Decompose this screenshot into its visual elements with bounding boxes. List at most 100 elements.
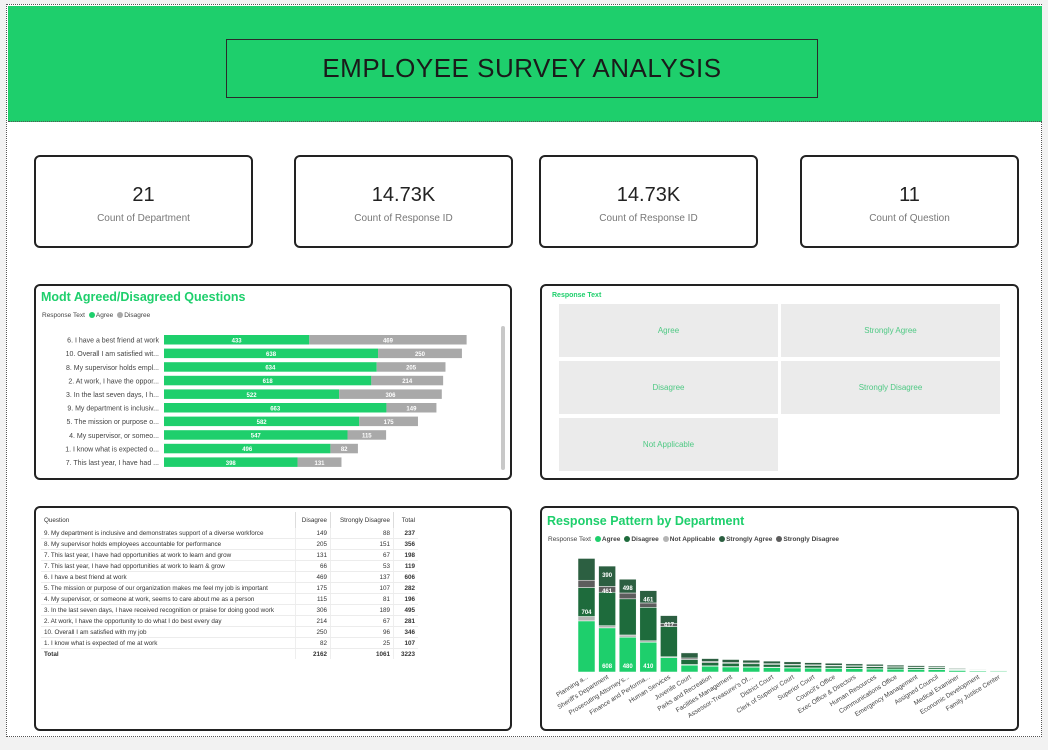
table-row[interactable]: 9. My department is inclusive and demons… [41, 528, 418, 539]
column-disagree[interactable] [824, 665, 843, 669]
table-row[interactable]: 4. My supervisor, or someone at work, se… [41, 593, 418, 605]
column-not-applicable[interactable] [598, 625, 616, 629]
column-header-question[interactable]: Question [41, 512, 296, 528]
column-strongly-agree[interactable] [763, 660, 781, 664]
cell-question: 1. I know what is expected of me at work [41, 637, 296, 649]
column-strongly-agree[interactable] [927, 665, 946, 668]
column-strongly-agree[interactable] [701, 658, 719, 662]
column-agree[interactable] [804, 667, 822, 673]
column-strongly-agree[interactable] [804, 662, 822, 666]
column-disagree[interactable] [845, 666, 864, 669]
column-not-applicable[interactable] [618, 634, 637, 638]
cell-total: 119 [393, 560, 418, 572]
kpi-value: 14.73K [616, 183, 681, 206]
column-agree[interactable] [845, 668, 864, 673]
column-disagree[interactable] [804, 665, 822, 669]
department-pattern-chart[interactable]: Response Pattern by Department Response … [540, 506, 1019, 731]
table-row[interactable]: 8. My supervisor holds employees account… [41, 538, 418, 550]
column-strongly-agree[interactable] [866, 664, 884, 667]
column-disagree[interactable] [763, 664, 781, 668]
kpi-card-question-count[interactable]: 11 Count of Question [800, 155, 1019, 248]
table-row[interactable]: 7. This last year, I have had opportunit… [41, 560, 418, 572]
column-strongly-agree[interactable] [907, 665, 925, 668]
question-response-table[interactable]: Question Disagree Strongly Disagree Tota… [34, 506, 512, 731]
column-strongly-agree[interactable] [886, 664, 905, 667]
column-strongly-agree[interactable] [721, 659, 740, 663]
slicer-tile-not-applicable[interactable]: Not Applicable [559, 418, 778, 471]
table-row[interactable]: 3. In the last seven days, I have receiv… [41, 604, 418, 616]
column-strongly-agree[interactable] [969, 669, 987, 671]
cell-disagree: 205 [295, 538, 331, 550]
table-row[interactable]: 2. At work, I have the opportunity to do… [41, 615, 418, 627]
slicer-tile-strongly-agree[interactable]: Strongly Agree [781, 304, 1000, 357]
column-disagree[interactable] [618, 598, 637, 636]
kpi-card-response-count[interactable]: 14.73K Count of Response ID [294, 155, 513, 248]
column-agree[interactable] [824, 668, 843, 673]
data-label: 498 [623, 586, 634, 592]
data-label: 115 [362, 434, 372, 440]
data-label: 175 [384, 420, 395, 426]
column-strongly-agree[interactable] [948, 668, 967, 670]
cell-question: 6. I have a best friend at work [41, 571, 296, 583]
slicer-tile-agree[interactable]: Agree [559, 304, 778, 357]
column-strongly-agree[interactable] [783, 661, 802, 665]
column-strongly-agree[interactable] [742, 659, 761, 664]
column-header-disagree[interactable]: Disagree [295, 512, 331, 528]
agree-disagree-bar-chart[interactable]: Modt Agreed/Disagreed Questions Response… [34, 284, 512, 480]
cell-strongly-disagree: 88 [330, 528, 394, 539]
column-strongly-agree[interactable] [845, 663, 864, 667]
data-table: Question Disagree Strongly Disagree Tota… [41, 512, 418, 659]
bar-chart-plot[interactable]: 6. I have a best friend at work 433 469 10.… [36, 286, 510, 478]
cell-strongly-disagree: 137 [330, 571, 394, 583]
table-row[interactable]: 7. This last year, I have had opportunit… [41, 549, 418, 561]
table-row[interactable]: 10. Overall I am satisfied with my job 25… [41, 626, 418, 638]
column-agree[interactable] [701, 665, 719, 673]
column-disagree[interactable] [742, 663, 761, 668]
column-agree[interactable] [763, 667, 781, 673]
column-disagree[interactable] [639, 607, 658, 642]
column-disagree[interactable] [660, 626, 678, 658]
column-agree[interactable] [660, 657, 678, 673]
column-disagree[interactable] [680, 659, 699, 665]
cell-question: 9. My department is inclusive and demons… [41, 528, 296, 539]
column-strongly-disagree[interactable] [618, 592, 637, 600]
column-agree[interactable] [866, 668, 884, 673]
column-disagree[interactable] [721, 663, 740, 667]
column-header-total[interactable]: Total [393, 512, 418, 528]
column-agree[interactable] [742, 666, 761, 673]
column-disagree[interactable] [701, 662, 719, 667]
column-not-applicable[interactable] [577, 616, 596, 622]
kpi-card-response-count-2[interactable]: 14.73K Count of Response ID [539, 155, 758, 248]
column-strongly-disagree[interactable] [577, 579, 596, 588]
column-agree[interactable] [907, 669, 925, 673]
table-row[interactable]: 1. I know what is expected of me at work… [41, 637, 418, 649]
table-header-row: Question Disagree Strongly Disagree Tota… [41, 512, 418, 528]
data-label: 704 [581, 610, 592, 616]
cell-disagree: 115 [295, 593, 331, 605]
column-agree[interactable] [886, 668, 905, 673]
column-agree[interactable] [577, 620, 596, 673]
column-agree[interactable] [721, 666, 740, 673]
table-row[interactable]: 6. I have a best friend at work 469 137 606 [41, 571, 418, 583]
data-label: 390 [602, 573, 613, 579]
column-agree[interactable] [783, 667, 802, 673]
column-strongly-agree[interactable] [824, 662, 843, 666]
column-disagree[interactable] [886, 666, 905, 670]
column-strongly-agree[interactable] [680, 652, 699, 659]
department-chart-plot[interactable]: Planning a...Sheriff's DepartmentProsecu… [542, 508, 1017, 729]
column-agree[interactable] [680, 664, 699, 673]
column-disagree[interactable] [598, 591, 616, 626]
cell-question: 8. My supervisor holds employees account… [41, 538, 296, 550]
response-text-slicer[interactable]: Response Text Agree Strongly Agree Disag… [540, 284, 1019, 480]
column-header-strongly-disagree[interactable]: Strongly Disagree [330, 512, 394, 528]
vertical-scrollbar[interactable] [501, 326, 505, 470]
slicer-tile-strongly-disagree[interactable]: Strongly Disagree [781, 361, 1000, 414]
table-row[interactable]: 5. The mission or purpose of our organiz… [41, 582, 418, 594]
column-strongly-agree[interactable] [577, 558, 596, 581]
cell-disagree: 149 [295, 528, 331, 539]
column-disagree[interactable] [783, 664, 802, 668]
column-agree[interactable] [927, 669, 946, 673]
slicer-tile-disagree[interactable]: Disagree [559, 361, 778, 414]
column-disagree[interactable] [866, 666, 884, 669]
kpi-card-department-count[interactable]: 21 Count of Department [34, 155, 253, 248]
